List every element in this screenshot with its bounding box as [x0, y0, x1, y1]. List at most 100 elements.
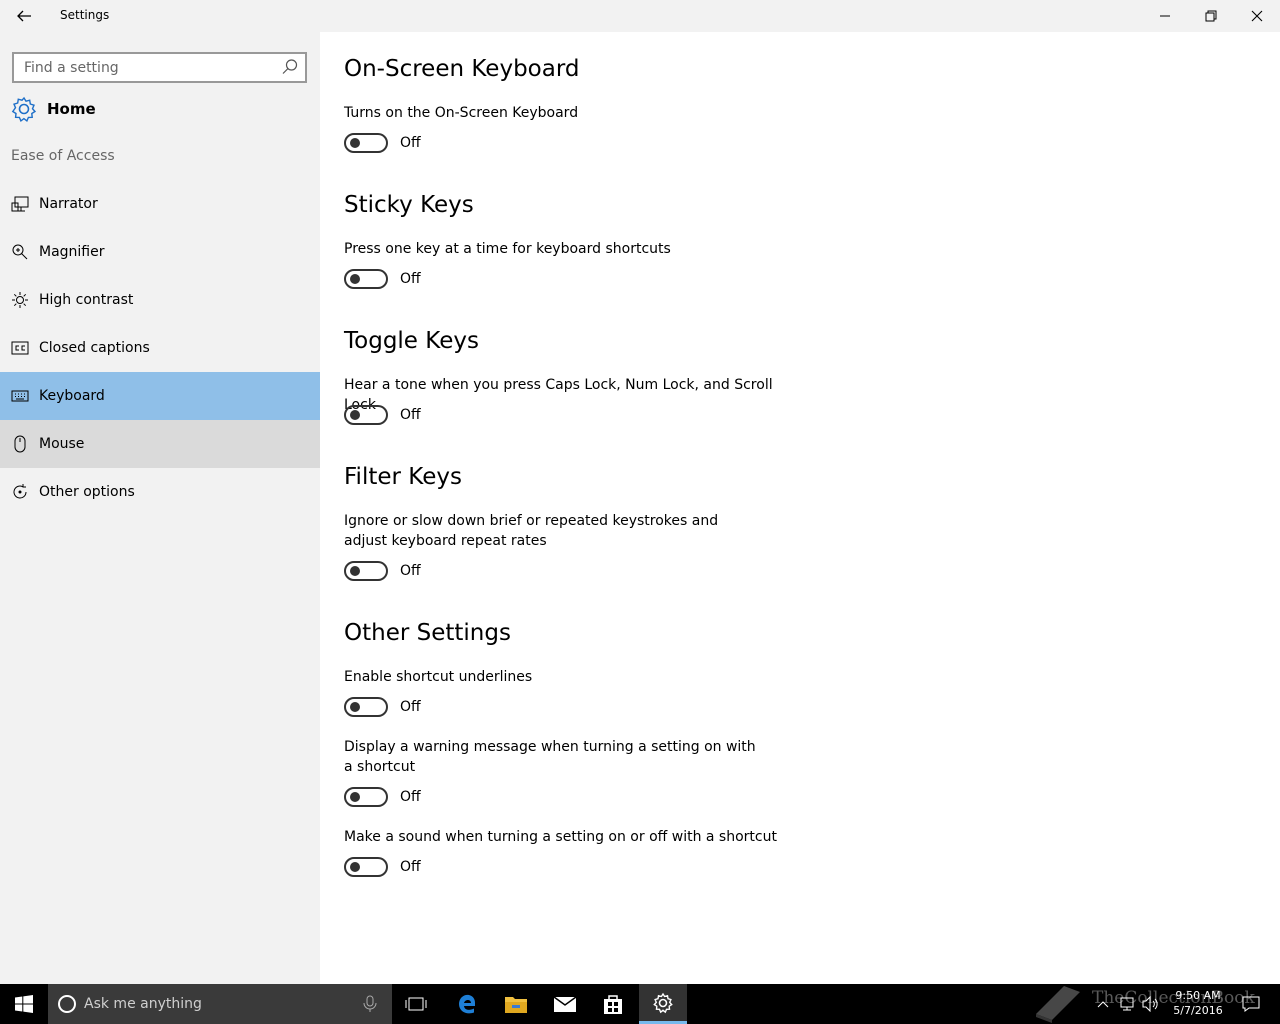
toggle-knob	[350, 792, 360, 802]
windows-logo-icon	[15, 995, 33, 1013]
sidebar-nav: Narrator Magnifier High contrast Closed …	[0, 180, 320, 516]
other-settings-heading: Other Settings	[344, 620, 511, 646]
gear-icon	[11, 96, 37, 123]
shortcut-underlines-toggle-row: Off	[344, 696, 421, 718]
clock-date: 5/7/2016	[1173, 1004, 1223, 1017]
sidebar-item-label: Keyboard	[39, 388, 105, 404]
filter-keys-toggle-row: Off	[344, 560, 421, 582]
sidebar-item-mouse[interactable]: Mouse	[0, 420, 320, 468]
store-button[interactable]	[589, 984, 637, 1024]
settings-icon	[653, 992, 673, 1013]
search-input[interactable]	[14, 54, 269, 81]
toggle-state-label: Off	[400, 271, 421, 287]
window-title: Settings	[60, 8, 110, 22]
toggle-state-label: Off	[400, 563, 421, 579]
mouse-icon	[14, 435, 26, 453]
restore-button[interactable]	[1188, 0, 1234, 32]
minimize-button[interactable]	[1142, 0, 1188, 32]
shortcut-sound-desc: Make a sound when turning a setting on o…	[344, 829, 777, 845]
clock[interactable]: 9:50 AM 5/7/2016	[1168, 988, 1228, 1018]
edge-icon	[459, 994, 475, 1014]
search-icon[interactable]	[281, 58, 299, 76]
toggle-knob	[350, 274, 360, 284]
toggle-state-label: Off	[400, 699, 421, 715]
edge-button[interactable]	[443, 984, 491, 1024]
closed-captions-icon	[11, 341, 29, 355]
search-box[interactable]	[12, 52, 307, 83]
keyboard-icon	[11, 390, 29, 402]
sticky-keys-desc: Press one key at a time for keyboard sho…	[344, 241, 671, 257]
toggle-keys-heading: Toggle Keys	[344, 328, 479, 354]
other-options-icon	[13, 484, 27, 499]
microphone-icon[interactable]	[362, 995, 378, 1013]
toggle-state-label: Off	[400, 789, 421, 805]
volume-icon	[1142, 996, 1158, 1012]
task-view-button[interactable]	[392, 984, 440, 1024]
taskbar: TheCollectionBook 9:50 AM 5/7/2016	[0, 984, 1280, 1024]
network-icon	[1120, 997, 1134, 1011]
sidebar-item-label: Closed captions	[39, 340, 150, 356]
toggle-knob	[350, 138, 360, 148]
action-center-icon	[1242, 996, 1260, 1012]
filter-keys-desc: Ignore or slow down brief or repeated ke…	[344, 513, 719, 549]
sticky-keys-heading: Sticky Keys	[344, 192, 474, 218]
sidebar: Home Ease of Access Narrator Magnifier H…	[0, 32, 320, 984]
close-button[interactable]	[1234, 0, 1280, 32]
store-icon	[604, 995, 622, 1014]
toggle-keys-toggle-row: Off	[344, 404, 421, 426]
minimize-icon	[1160, 15, 1170, 17]
sidebar-item-label: High contrast	[39, 292, 134, 308]
back-button[interactable]	[0, 0, 48, 32]
sidebar-item-other-options[interactable]: Other options	[0, 468, 320, 516]
toggle-knob	[350, 702, 360, 712]
network-button[interactable]	[1116, 984, 1138, 1024]
toggle-state-label: Off	[400, 407, 421, 423]
mail-icon	[553, 996, 577, 1012]
narrator-icon	[11, 196, 29, 212]
shortcut-underlines-desc: Enable shortcut underlines	[344, 669, 533, 685]
sidebar-item-label: Other options	[39, 484, 135, 500]
sidebar-item-narrator[interactable]: Narrator	[0, 180, 320, 228]
sidebar-item-magnifier[interactable]: Magnifier	[0, 228, 320, 276]
section-label: Ease of Access	[11, 148, 115, 164]
warning-message-toggle[interactable]	[344, 787, 388, 807]
action-center-button[interactable]	[1236, 984, 1266, 1024]
show-hidden-icons-button[interactable]	[1092, 984, 1114, 1024]
sidebar-item-keyboard[interactable]: Keyboard	[0, 372, 320, 420]
shortcut-underlines-toggle[interactable]	[344, 697, 388, 717]
sticky-keys-toggle[interactable]	[344, 269, 388, 289]
filter-keys-heading: Filter Keys	[344, 464, 462, 490]
title-bar: Settings	[0, 0, 1280, 32]
sticky-keys-toggle-row: Off	[344, 268, 421, 290]
clock-time: 9:50 AM	[1175, 989, 1221, 1002]
sidebar-item-closed-captions[interactable]: Closed captions	[0, 324, 320, 372]
sidebar-item-high-contrast[interactable]: High contrast	[0, 276, 320, 324]
cortana-search[interactable]	[48, 984, 392, 1024]
warning-message-desc: Display a warning message when turning a…	[344, 739, 756, 775]
close-icon	[1251, 10, 1263, 22]
onscreen-keyboard-toggle[interactable]	[344, 133, 388, 153]
shortcut-sound-toggle[interactable]	[344, 857, 388, 877]
warning-message-toggle-row: Off	[344, 786, 421, 808]
file-explorer-icon	[505, 997, 527, 1013]
toggle-state-label: Off	[400, 135, 421, 151]
filter-keys-toggle[interactable]	[344, 561, 388, 581]
magnifier-icon	[12, 244, 28, 260]
settings-taskbar-button[interactable]	[639, 984, 687, 1024]
toggle-knob	[350, 566, 360, 576]
toggle-keys-toggle[interactable]	[344, 405, 388, 425]
home-label: Home	[47, 100, 96, 118]
onscreen-keyboard-heading: On-Screen Keyboard	[344, 56, 580, 82]
sidebar-item-label: Magnifier	[39, 244, 105, 260]
onscreen-keyboard-desc: Turns on the On-Screen Keyboard	[344, 105, 579, 121]
volume-button[interactable]	[1140, 984, 1162, 1024]
home-link[interactable]: Home	[10, 94, 96, 124]
sidebar-item-label: Narrator	[39, 196, 98, 212]
high-contrast-icon	[12, 292, 28, 308]
cortana-search-input[interactable]	[84, 996, 354, 1012]
toggle-knob	[350, 410, 360, 420]
file-explorer-button[interactable]	[492, 984, 540, 1024]
start-button[interactable]	[0, 984, 48, 1024]
mail-button[interactable]	[541, 984, 589, 1024]
cortana-icon	[58, 995, 76, 1013]
